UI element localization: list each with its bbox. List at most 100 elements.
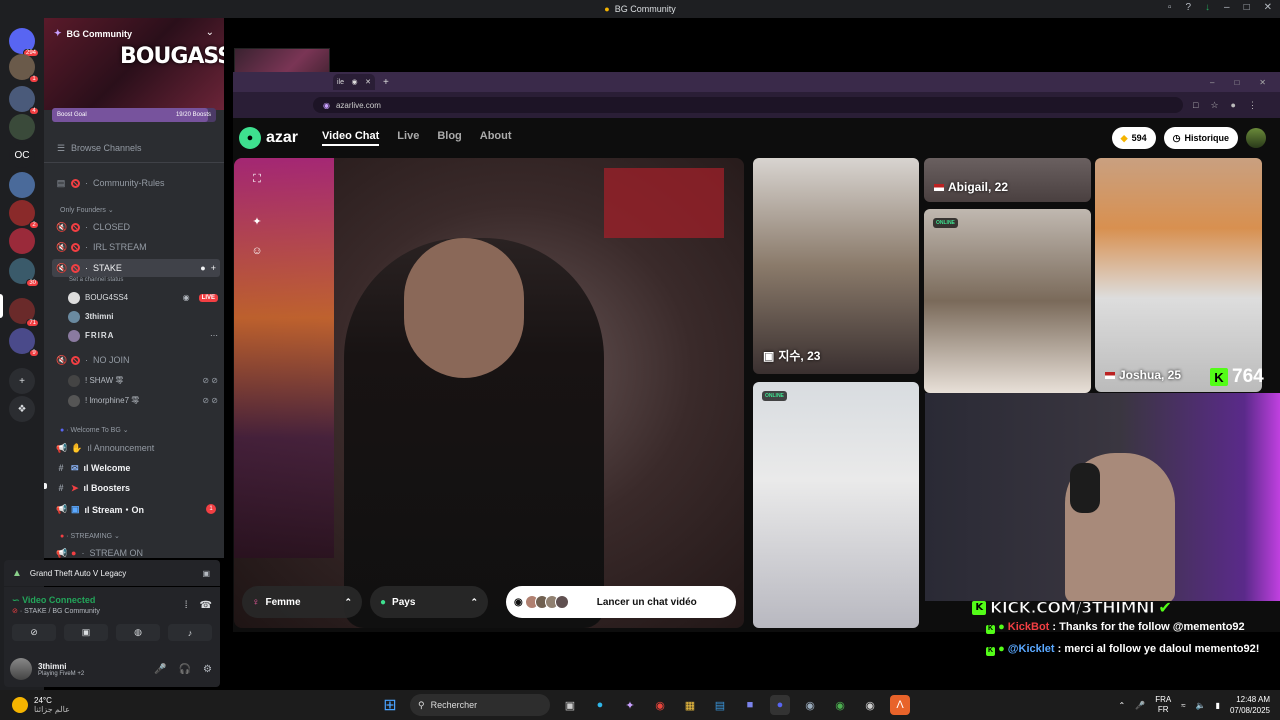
gems-button[interactable]: ◆ 594 — [1111, 127, 1156, 149]
voice-user[interactable]: 3thimni — [68, 308, 218, 325]
channel-no-join[interactable]: 🔇 · NO JOIN — [52, 351, 220, 369]
channel-boosters[interactable]: # ➤ ıl Boosters — [52, 479, 220, 497]
teams-icon[interactable]: ■ — [740, 695, 760, 715]
activity-button[interactable]: ◍ — [116, 624, 160, 641]
headphones-icon[interactable]: 🎧 — [179, 664, 191, 675]
profile-tile[interactable]: ▣ 지수, 23 — [753, 158, 919, 374]
new-tab-button[interactable]: + — [383, 77, 389, 88]
windows-start-icon[interactable]: ⊞ — [380, 695, 400, 715]
channel-irl-stream[interactable]: 🔇 · IRL STREAM — [52, 238, 220, 256]
task-view-icon[interactable]: ▣ — [560, 695, 580, 715]
sparkle-icon[interactable]: ✦ — [250, 214, 264, 228]
nav-about[interactable]: About — [480, 130, 512, 146]
voice-status[interactable]: ∽ Video Connected — [12, 595, 100, 606]
help-icon[interactable]: ? — [1185, 2, 1191, 13]
chrome-icon[interactable]: ◉ — [650, 695, 670, 715]
copilot-icon[interactable]: ✦ — [620, 695, 640, 715]
download-icon[interactable]: ↓ — [1205, 2, 1210, 13]
edge-icon[interactable]: ● — [590, 695, 610, 715]
boost-goal[interactable]: Boost Goal 19/20 Boosts — [52, 108, 216, 122]
voice-user[interactable]: FRIRA ⋯ — [68, 327, 218, 344]
voice-user[interactable]: ! SHAW 零 ⊘ ⊘ — [68, 372, 218, 389]
server-icon[interactable]: 30 — [9, 258, 39, 287]
maximize-button[interactable]: □ — [1234, 78, 1239, 87]
url-field[interactable]: ◉ azarlive.com — [313, 97, 1183, 113]
server-icon[interactable]: 1 — [9, 54, 39, 83]
channel-closed[interactable]: 🔇 · CLOSED — [52, 218, 220, 236]
inbox-icon[interactable]: ▫ — [1168, 2, 1172, 13]
voice-user[interactable]: ! lmorphine7 零 ⊘ ⊘ — [68, 392, 218, 409]
camera-off-button[interactable]: ⊘ — [12, 624, 56, 641]
weather-widget[interactable]: 24°C عالم جزائنا — [12, 696, 70, 714]
profile-icon[interactable]: ● — [1231, 100, 1236, 111]
maximize-button[interactable]: □ — [1244, 2, 1250, 13]
server-banner[interactable]: ✦ BG Community ⌄ BOUGASSAA — [44, 18, 224, 110]
close-button[interactable]: ✕ — [1259, 78, 1266, 87]
profile-tile[interactable]: ONLINE — [924, 209, 1091, 393]
bookmark-star-icon[interactable]: ☆ — [1210, 100, 1218, 111]
more-options-icon[interactable]: ⋯ — [210, 331, 218, 340]
channel-announcement[interactable]: 📢 ✋ ıl Announcement — [52, 439, 220, 457]
profile-tile[interactable]: Abigail, 22 — [924, 158, 1091, 202]
discord-icon[interactable]: ● — [770, 695, 790, 715]
browser-tab[interactable]: ile ◉ ✕ — [333, 74, 375, 90]
screen-share-button[interactable]: ▣ — [64, 624, 108, 641]
server-icon[interactable]: 9 — [9, 328, 39, 357]
category-streaming[interactable]: ● · STREAMING ⌄ — [60, 532, 120, 540]
discover-icon[interactable]: ❖ — [9, 396, 35, 422]
nav-live[interactable]: Live — [397, 130, 419, 146]
chevron-down-icon[interactable]: ⌄ — [206, 27, 214, 38]
channel-stream-on-2[interactable]: 📢 ● · STREAM ON — [52, 544, 220, 559]
steam-icon[interactable]: ◉ — [800, 695, 820, 715]
server-name[interactable]: ✦ BG Community — [54, 28, 132, 39]
add-server-icon[interactable]: + — [9, 368, 35, 394]
voice-channel-name[interactable]: ⊘ · STAKE / BG Community — [12, 607, 100, 615]
minimize-button[interactable]: – — [1210, 78, 1214, 87]
app-orange-icon[interactable]: Λ — [890, 695, 910, 715]
nav-blog[interactable]: Blog — [437, 130, 461, 146]
channel-status-hint[interactable]: Set a channel status — [69, 277, 123, 283]
chrome-alt-icon[interactable]: ◉ — [830, 695, 850, 715]
launch-video-chat-button[interactable]: ◉ Lancer un chat vidéo — [506, 586, 736, 618]
channel-community-rules[interactable]: ▤ · Community-Rules — [52, 174, 220, 192]
close-button[interactable]: ✕ — [1264, 2, 1272, 13]
channel-stake[interactable]: 🔇 · STAKE ● + — [52, 259, 220, 277]
profile-tile[interactable]: Joshua, 25 — [1095, 158, 1262, 392]
obs-icon[interactable]: ◉ — [860, 695, 880, 715]
gender-filter[interactable]: ♀ Femme ⌃ — [242, 586, 362, 618]
noise-suppression-icon[interactable]: ⁞ — [185, 600, 188, 611]
disconnect-icon[interactable]: ☎ — [200, 600, 212, 611]
soundboard-button[interactable]: ♪ — [168, 624, 212, 641]
browse-channels[interactable]: ☰ Browse Channels — [52, 139, 220, 157]
server-icon[interactable]: 71 — [9, 298, 39, 327]
minimize-button[interactable]: – — [1224, 2, 1230, 13]
clock[interactable]: 12:48 AM 07/08/2025 — [1230, 694, 1270, 716]
store-icon[interactable]: ▤ — [710, 695, 730, 715]
server-icon[interactable] — [9, 114, 35, 140]
settings-gear-icon[interactable]: ⚙ — [203, 664, 212, 675]
file-explorer-icon[interactable]: ▦ — [680, 695, 700, 715]
voice-user[interactable]: BOUG4SS4 ◉ LIVE — [68, 289, 218, 306]
server-icon[interactable] — [9, 172, 35, 198]
user-panel[interactable]: 3thimni Playing FiveM +2 🎤 🎧 ⚙ — [4, 651, 220, 687]
category-only-founders[interactable]: Only Founders ⌄ — [60, 206, 114, 214]
microphone-icon[interactable]: 🎤 — [154, 664, 166, 675]
profile-tile[interactable]: ONLINE — [753, 382, 919, 628]
menu-dots-icon[interactable]: ⋮ — [1248, 100, 1257, 111]
site-info-icon[interactable]: ◉ — [323, 101, 330, 110]
add-member-icon[interactable]: + — [211, 263, 220, 273]
channel-welcome[interactable]: # ✉ ıl Welcome — [52, 459, 220, 477]
volume-icon[interactable]: 🔈 — [1196, 701, 1206, 710]
battery-icon[interactable]: ▮ — [1216, 701, 1220, 710]
server-icon[interactable]: OC — [9, 142, 35, 168]
history-button[interactable]: ◷ Historique — [1163, 127, 1238, 149]
taskbar-search[interactable]: ⚲ Rechercher — [410, 694, 550, 716]
activity-panel[interactable]: ▲ Grand Theft Auto V Legacy ▣ — [4, 560, 220, 586]
expand-icon[interactable]: ⛶ — [250, 172, 264, 186]
wifi-icon[interactable]: ≈ — [1181, 701, 1185, 710]
server-icon[interactable] — [9, 228, 35, 254]
server-icon[interactable]: 2 — [9, 200, 39, 229]
category-welcome[interactable]: ● · Welcome To BG ⌄ — [60, 426, 129, 434]
server-icon[interactable]: 294 — [9, 28, 39, 57]
sticker-icon[interactable]: ☺ — [250, 244, 264, 258]
